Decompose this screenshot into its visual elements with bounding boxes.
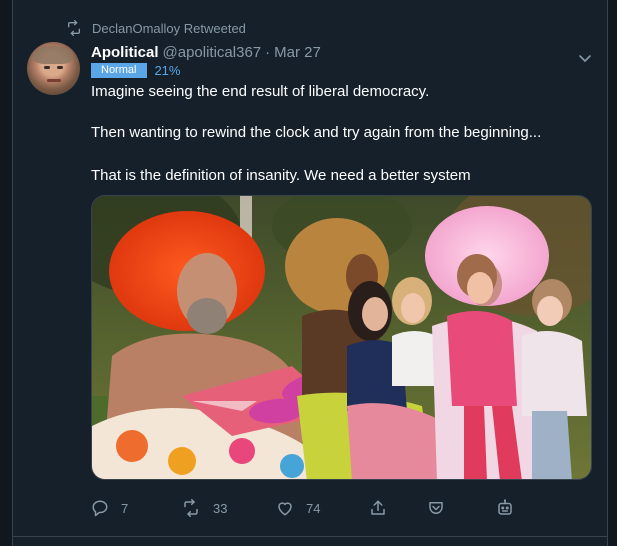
tweet-text-line-2: Then wanting to rewind the clock and try…	[91, 124, 542, 141]
reply-button[interactable]: 7	[91, 498, 128, 518]
window-frame-right	[608, 0, 617, 546]
retweet-context-label: DeclanOmalloy Retweeted	[92, 20, 246, 36]
retweet-indicator-icon	[68, 20, 80, 36]
pocket-icon	[429, 502, 443, 514]
chevron-down-icon[interactable]	[577, 50, 593, 66]
tweet-date[interactable]: Mar 27	[274, 44, 321, 61]
status-badge: Normal	[91, 63, 148, 78]
share-button[interactable]	[369, 498, 387, 518]
pocket-button[interactable]	[427, 498, 445, 518]
reply-count: 7	[121, 500, 129, 516]
window-frame-left	[0, 0, 12, 546]
avatar[interactable]	[27, 42, 80, 95]
like-count: 74	[306, 500, 321, 516]
tweet-text-line-3: That is the definition of insanity. We n…	[91, 167, 471, 184]
tweet-actions: 7 33 74	[91, 498, 521, 518]
tweet-header: Apolitical @apolitical367 · Mar 27	[91, 42, 321, 62]
timeline-border-left	[12, 0, 13, 546]
retweet-button[interactable]: 33	[181, 498, 227, 518]
bot-check-button[interactable]	[496, 498, 514, 518]
timeline-border-right	[607, 0, 608, 546]
share-icon	[371, 500, 385, 515]
tweet-text-line-1: Imagine seeing the end result of liberal…	[91, 83, 430, 100]
retweet-icon	[184, 499, 198, 517]
user-handle[interactable]: @apolitical367	[163, 44, 262, 61]
display-name[interactable]: Apolitical	[91, 44, 159, 61]
robot-icon	[498, 499, 512, 515]
retweet-count: 33	[213, 500, 228, 516]
status-percent: 21%	[154, 63, 181, 78]
retweet-context[interactable]: DeclanOmalloy Retweeted	[66, 19, 246, 37]
like-button[interactable]: 74	[276, 498, 320, 518]
reply-icon	[92, 500, 108, 517]
rating-badge-row: Normal 21%	[91, 63, 180, 78]
photo-illustration	[92, 196, 591, 479]
header-separator: ·	[265, 43, 271, 61]
heart-icon	[278, 502, 292, 516]
tweet-divider	[12, 536, 608, 537]
tweet-media-image[interactable]	[91, 195, 592, 480]
